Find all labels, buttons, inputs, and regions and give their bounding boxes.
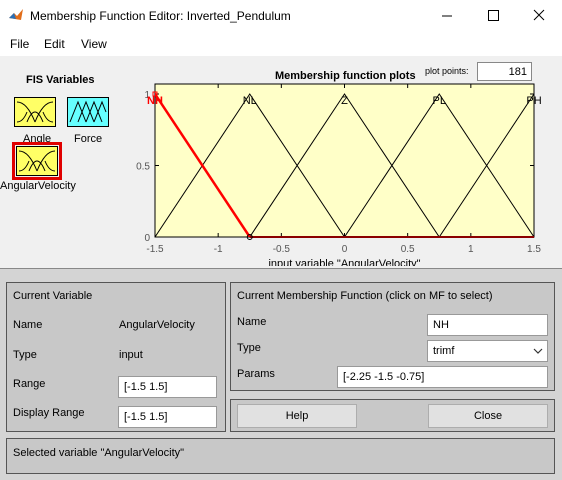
x-tick-label: -1 (214, 244, 223, 255)
title-bar: Membership Function Editor: Inverted_Pen… (0, 0, 562, 32)
help-button[interactable]: Help (237, 404, 357, 428)
mf-type-select[interactable]: trimf (427, 340, 548, 362)
mf-type-label: Type (237, 342, 261, 354)
x-tick-label: 1 (468, 244, 474, 255)
window-title: Membership Function Editor: Inverted_Pen… (30, 9, 291, 23)
membership-plot[interactable]: -1.5 -1 -0.5 0 0.5 1 1.500.51input variable "A… (0, 56, 562, 266)
status-text: Selected variable "AngularVelocity" (13, 447, 185, 459)
var-type-value: input (119, 349, 143, 361)
maximize-icon (488, 10, 499, 21)
x-tick-label: 0 (342, 244, 348, 255)
close-icon (533, 9, 545, 21)
var-name-value: AngularVelocity (119, 319, 195, 331)
close-window-button[interactable] (516, 0, 562, 32)
x-axis-label: input variable "AngularVelocity" (268, 258, 420, 266)
mf-name-input[interactable]: NH (427, 314, 548, 336)
chevron-down-icon (533, 348, 543, 354)
range-input[interactable]: [-1.5 1.5] (118, 376, 217, 398)
y-tick-label: 0.5 (136, 162, 150, 173)
menu-edit[interactable]: Edit (44, 37, 65, 51)
status-panel: Selected variable "AngularVelocity" (6, 438, 555, 474)
x-tick-label: 1.5 (527, 244, 541, 255)
y-tick-label: 0 (144, 233, 150, 244)
current-variable-panel: Current Variable Name AngularVelocity Ty… (6, 282, 226, 432)
mf-params-label: Params (237, 368, 275, 380)
menu-file[interactable]: File (10, 37, 29, 51)
matlab-icon (9, 9, 23, 20)
mf-name-label: Name (237, 316, 267, 328)
var-type-label: Type (13, 349, 37, 361)
x-tick-label: 0.5 (401, 244, 415, 255)
x-tick-label: -0.5 (273, 244, 291, 255)
mf-params-input[interactable]: [-2.25 -1.5 -0.75] (337, 366, 548, 388)
mf-type-value: trimf (433, 345, 455, 357)
var-display-range-label: Display Range (13, 407, 85, 419)
button-panel: Help Close (230, 399, 555, 432)
var-name-label: Name (13, 319, 43, 331)
var-range-label: Range (13, 378, 46, 390)
mf-label-nl[interactable]: NL (243, 95, 257, 107)
mf-label-nh[interactable]: NH (147, 95, 163, 107)
minimize-icon (442, 15, 452, 17)
mf-label-ph[interactable]: PH (526, 95, 541, 107)
menu-bar: File Edit View (0, 32, 562, 56)
current-mf-header: Current Membership Function (click on MF… (237, 290, 493, 302)
x-tick-label: -1.5 (146, 244, 164, 255)
mf-label-z[interactable]: Z (341, 95, 348, 107)
current-mf-panel: Current Membership Function (click on MF… (230, 282, 555, 391)
menu-view[interactable]: View (81, 37, 107, 51)
current-variable-header: Current Variable (13, 290, 93, 302)
main-area: FIS Variables Angle Force AngularVelocit… (0, 56, 562, 266)
mf-label-pl[interactable]: PL (433, 95, 446, 107)
maximize-button[interactable] (470, 0, 516, 32)
close-button[interactable]: Close (428, 404, 548, 428)
bottom-panel: Current Variable Name AngularVelocity Ty… (0, 268, 562, 480)
display-range-input[interactable]: [-1.5 1.5] (118, 406, 217, 428)
minimize-button[interactable] (424, 0, 470, 32)
